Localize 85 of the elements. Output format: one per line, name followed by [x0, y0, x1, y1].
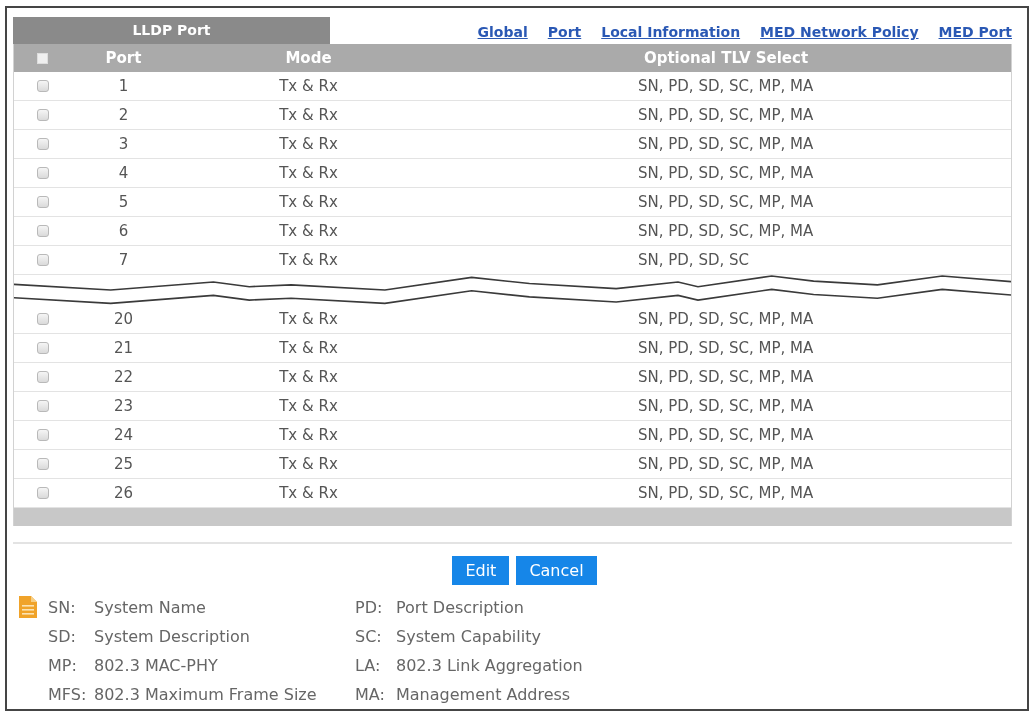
table-cell: SN, PD, SD, SC, MP, MA	[638, 193, 814, 211]
table-cell: 5	[118, 193, 129, 211]
table-cell: Tx & Rx	[279, 368, 338, 386]
column-header: Mode	[285, 49, 332, 67]
row-checkbox[interactable]	[36, 342, 49, 354]
table-cell: SN, PD, SD, SC, MP, MA	[638, 426, 814, 444]
column-header: Optional TLV Select	[643, 49, 809, 67]
row-checkbox[interactable]	[36, 313, 49, 325]
table-cell: Tx & Rx	[279, 484, 338, 502]
table-cell: SN, PD, SD, SC, MP, MA	[638, 455, 814, 473]
cancel-button[interactable]: Cancel	[516, 556, 597, 585]
legend-abbreviation: LA:	[355, 656, 381, 675]
panel-title: LLDP Port	[13, 17, 330, 44]
table-cell: SN, PD, SD, SC, MP, MA	[638, 164, 814, 182]
row-checkbox[interactable]	[36, 371, 49, 383]
legend-abbreviation: PD:	[355, 598, 383, 617]
table-cell: Tx & Rx	[279, 135, 338, 153]
table-cell: Tx & Rx	[279, 339, 338, 357]
table-cell: Tx & Rx	[279, 426, 338, 444]
legend-description: Management Address	[396, 685, 571, 704]
nav-link[interactable]: Local Information	[601, 24, 741, 40]
select-all-checkbox[interactable]	[37, 52, 48, 64]
table-cell: Tx & Rx	[279, 397, 338, 415]
table-cell: 24	[113, 426, 134, 444]
legend-abbreviation: MP:	[48, 656, 77, 675]
legend-description: 802.3 Maximum Frame Size	[94, 685, 317, 704]
legend-abbreviation: SN:	[48, 598, 76, 617]
row-checkbox[interactable]	[36, 80, 49, 92]
table-cell: Tx & Rx	[279, 310, 338, 328]
column-header: Port	[105, 49, 142, 67]
table-cell: 26	[113, 484, 134, 502]
table-cell: SN, PD, SD, SC, MP, MA	[638, 397, 814, 415]
legend-description: 802.3 MAC-PHY	[94, 656, 218, 675]
table-cell: Tx & Rx	[279, 193, 338, 211]
table-cell: 7	[118, 251, 129, 269]
row-checkbox[interactable]	[36, 429, 49, 441]
table-cell: 2	[118, 106, 129, 124]
nav-link[interactable]: Port	[547, 24, 582, 40]
table-cell: 23	[113, 397, 134, 415]
table-cell: 1	[118, 77, 129, 95]
table-cell: Tx & Rx	[279, 77, 338, 95]
table-cell: SN, PD, SD, SC, MP, MA	[638, 310, 814, 328]
row-checkbox[interactable]	[36, 196, 49, 208]
legend-description: Port Description	[396, 598, 524, 617]
row-checkbox[interactable]	[36, 109, 49, 121]
row-checkbox[interactable]	[36, 167, 49, 179]
table-cell: 20	[113, 310, 134, 328]
table-cell: Tx & Rx	[279, 222, 338, 240]
legend-description: System Name	[94, 598, 206, 617]
edit-button[interactable]: Edit	[452, 556, 510, 585]
table-cell: SN, PD, SD, SC, MP, MA	[638, 368, 814, 386]
nav-link[interactable]: MED Network Policy	[760, 24, 919, 40]
table-cell: SN, PD, SD, SC, MP, MA	[638, 484, 814, 502]
legend-abbreviation: MFS:	[48, 685, 87, 704]
row-checkbox[interactable]	[36, 254, 49, 266]
row-checkbox[interactable]	[36, 487, 49, 499]
document-icon	[19, 596, 37, 618]
table-cell: 21	[113, 339, 134, 357]
legend-description: System Capability	[396, 627, 541, 646]
row-checkbox[interactable]	[36, 138, 49, 150]
table-cell: 25	[113, 455, 134, 473]
table-cell: Tx & Rx	[279, 164, 338, 182]
table-cell: SN, PD, SD, SC, MP, MA	[638, 77, 814, 95]
table-cell: SN, PD, SD, SC, MP, MA	[638, 339, 814, 357]
table-cell: 3	[118, 135, 129, 153]
table-cell: Tx & Rx	[279, 106, 338, 124]
table-cell: Tx & Rx	[279, 251, 338, 269]
table-cell: SN, PD, SD, SC, MP, MA	[638, 106, 814, 124]
table-cell: 22	[113, 368, 134, 386]
row-checkbox[interactable]	[36, 458, 49, 470]
nav-link[interactable]: Global	[477, 24, 528, 40]
table-cell: SN, PD, SD, SC	[638, 251, 749, 269]
row-checkbox[interactable]	[36, 400, 49, 412]
row-checkbox[interactable]	[36, 225, 49, 237]
table-cell: SN, PD, SD, SC, MP, MA	[638, 222, 814, 240]
table-cell: SN, PD, SD, SC, MP, MA	[638, 135, 814, 153]
table-cell: 4	[118, 164, 129, 182]
legend-abbreviation: SC:	[355, 627, 382, 646]
table-cell: 6	[118, 222, 129, 240]
table-cell: Tx & Rx	[279, 455, 338, 473]
legend-abbreviation: SD:	[48, 627, 76, 646]
legend-description: System Description	[94, 627, 250, 646]
legend-abbreviation: MA:	[355, 685, 385, 704]
legend-description: 802.3 Link Aggregation	[396, 656, 583, 675]
nav-link[interactable]: MED Port	[938, 24, 1012, 40]
